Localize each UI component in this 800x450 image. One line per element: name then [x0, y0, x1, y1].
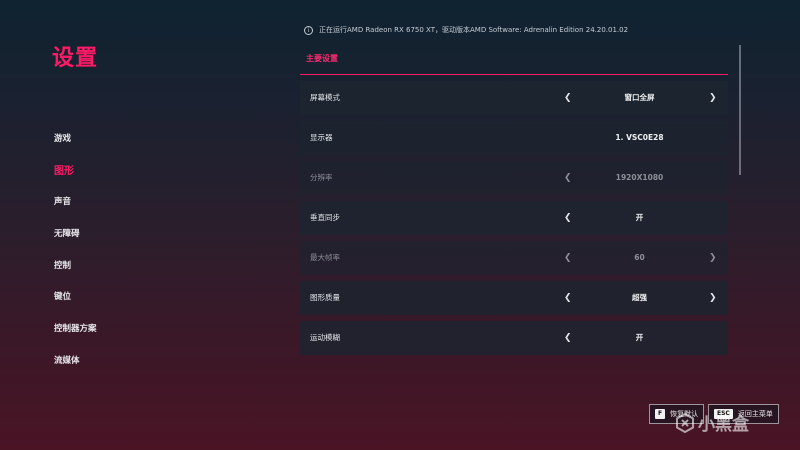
- setting-label: 最大帧率: [310, 253, 340, 262]
- setting-value: 1920X1080: [615, 173, 664, 182]
- setting-value: 开: [635, 213, 644, 222]
- setting-row-screen-mode[interactable]: 屏幕模式 ❮ 窗口全屏 ❯: [300, 81, 728, 115]
- setting-value: 1. VSC0E28: [615, 133, 664, 142]
- setting-label: 显示器: [310, 133, 333, 142]
- nav-item-controls[interactable]: 控制: [54, 259, 71, 271]
- setting-label: 屏幕模式: [310, 93, 340, 102]
- setting-row-resolution[interactable]: 分辨率 ❮ 1920X1080: [300, 161, 728, 195]
- xiaoheihe-logo-icon: [676, 412, 694, 433]
- arrow-right-icon[interactable]: ❯: [709, 81, 717, 115]
- nav-item-keybindings[interactable]: 键位: [54, 290, 71, 302]
- setting-label: 运动模糊: [310, 333, 340, 342]
- driver-info-text: 正在运行AMD Radeon RX 6750 XT，驱动版本AMD Softwa…: [319, 26, 629, 34]
- setting-row-vsync[interactable]: 垂直同步 ❮ 开: [300, 201, 728, 235]
- nav-item-audio[interactable]: 声音: [54, 195, 71, 207]
- setting-label: 垂直同步: [310, 213, 340, 222]
- setting-row-max-framerate[interactable]: 最大帧率 ❮ 60 ❯: [300, 241, 728, 275]
- tab-underline: [300, 74, 728, 75]
- watermark-text: 小黑盒: [698, 415, 749, 435]
- scrollbar[interactable]: [739, 45, 741, 175]
- nav-item-graphics[interactable]: 图形: [54, 162, 74, 177]
- arrow-right-icon[interactable]: ❯: [709, 281, 717, 315]
- page-title: 设置: [52, 46, 99, 71]
- setting-row-display[interactable]: 显示器 1. VSC0E28: [300, 121, 728, 155]
- nav-item-streaming[interactable]: 流媒体: [54, 354, 80, 366]
- tab-main-settings[interactable]: 主要设置: [306, 53, 338, 64]
- nav-item-game[interactable]: 游戏: [54, 132, 71, 144]
- driver-info: i 正在运行AMD Radeon RX 6750 XT，驱动版本AMD Soft…: [304, 25, 628, 35]
- info-icon: i: [304, 25, 313, 35]
- setting-label: 图形质量: [310, 293, 340, 302]
- setting-value: 超强: [632, 293, 647, 302]
- setting-label: 分辨率: [310, 173, 333, 182]
- arrow-right-icon[interactable]: ❯: [709, 241, 717, 275]
- key-f-icon: F: [655, 409, 666, 419]
- watermark: 小黑盒: [676, 410, 749, 435]
- setting-value: 60: [634, 253, 645, 262]
- setting-row-graphics-quality[interactable]: 图形质量 ❮ 超强 ❯: [300, 281, 728, 315]
- setting-row-motion-blur[interactable]: 运动模糊 ❮ 开: [300, 321, 728, 355]
- nav-item-accessibility[interactable]: 无障碍: [54, 227, 80, 239]
- setting-value: 窗口全屏: [624, 93, 655, 102]
- nav-item-controller-scheme[interactable]: 控制器方案: [54, 322, 97, 334]
- setting-value: 开: [635, 333, 644, 342]
